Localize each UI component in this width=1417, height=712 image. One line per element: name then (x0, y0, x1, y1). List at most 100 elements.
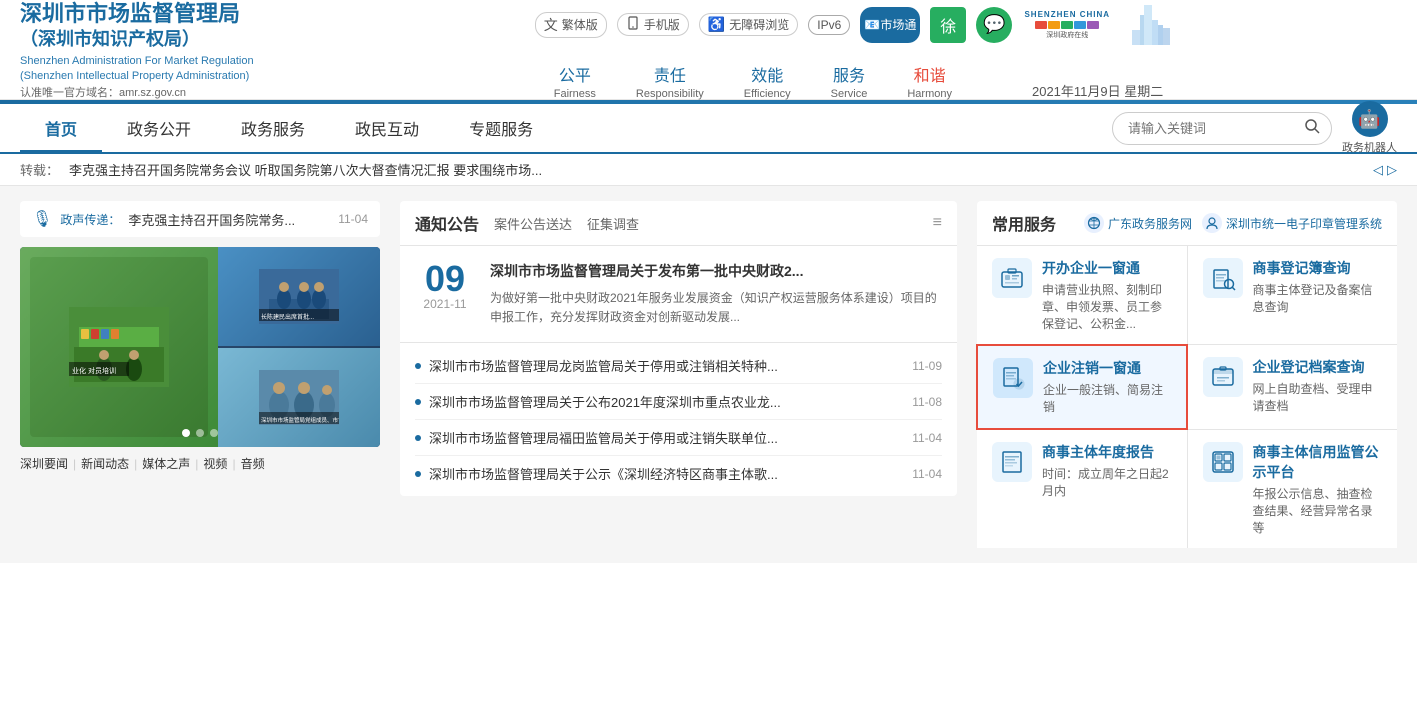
notice-item[interactable]: 深圳市市场监督管理局关于公布2021年度深圳市重点农业龙... 11-08 (415, 384, 942, 420)
notice-more-button[interactable]: ≡ (933, 214, 942, 232)
ticker-arrows: ◁ ▷ (1373, 162, 1397, 178)
service-info-biz-cancel: 企业注销一窗通 企业一般注销、简易注销 (1043, 358, 1171, 416)
main-content: 🎙 政声传递： 李克强主持召开国务院常务... 11-04 (0, 186, 1417, 563)
service-item-archive[interactable]: 企业登记档案查询 网上自助查档、受理申请查档 (1188, 345, 1398, 429)
search-button[interactable] (1304, 118, 1320, 139)
search-box[interactable] (1112, 112, 1332, 145)
notice-item-text[interactable]: 深圳市市场监督管理局龙岗监管局关于停用或注销相关特种... (429, 356, 904, 375)
left-column: 🎙 政声传递： 李克强主持召开国务院常务... 11-04 (20, 201, 380, 548)
notice-featured: 09 2021-11 深圳市市场监督管理局关于发布第一批中央财政2... 为做好… (400, 246, 957, 343)
service-info-archive: 企业登记档案查询 网上自助查档、受理申请查档 (1253, 357, 1383, 415)
svg-text:业化 对员培训: 业化 对员培训 (72, 366, 116, 375)
ticker-text[interactable]: 李克强主持召开国务院常务会议 听取国务院第八次大督查情况汇报 要求围绕市场... (69, 160, 1363, 179)
notice-featured-content: 深圳市市场监督管理局关于发布第一批中央财政2... 为做好第一批中央财政2021… (490, 261, 942, 327)
news-img-left: 业化 对员培训 (20, 247, 218, 447)
service-desc-annual-report: 时间：成立周年之日起2月内 (1042, 466, 1172, 500)
service-item-biz-cancel[interactable]: 企业注销一窗通 企业一般注销、简易注销 (976, 344, 1188, 430)
notice-day: 09 (425, 261, 465, 297)
biz-registry-icon (1203, 258, 1243, 298)
service-item-biz-registry[interactable]: 商事登记簿查询 商事主体登记及备案信息查询 (1188, 246, 1398, 344)
notice-bullet (415, 399, 421, 405)
link-video[interactable]: 视频 (203, 455, 227, 472)
service-name-biz-registry: 商事登记簿查询 (1253, 258, 1383, 278)
news-image-area[interactable]: 业化 对员培训 (20, 247, 380, 447)
green-brand-icon[interactable]: 徐 (930, 7, 966, 43)
robot-label: 政务机器人 (1342, 139, 1397, 155)
link-news-updates[interactable]: 新闻动态 (81, 455, 129, 472)
search-icon (1304, 118, 1320, 134)
notice-tab-case[interactable]: 案件公告送达 (494, 212, 572, 235)
nav-bar: 首页 政务公开 政务服务 政民互动 专题服务 🤖 政务机器人 (0, 104, 1417, 154)
wechat-icon[interactable]: 💬 (976, 7, 1012, 43)
service-item-open-biz[interactable]: 开办企业一窗通 申请营业执照、刻制印章、申领发票、员工参保登记、公积金... (977, 246, 1187, 344)
slogan-responsibility: 责任 Responsibility (636, 62, 704, 100)
seal-icon (1202, 213, 1222, 233)
voice-icon: 🎙 (32, 209, 52, 229)
notice-month: 2021-11 (423, 297, 466, 311)
notice-title: 通知公告 (415, 211, 479, 235)
notice-bullet (415, 363, 421, 369)
mobile-icon (626, 16, 640, 33)
link-audio[interactable]: 音频 (241, 455, 265, 472)
dot-2[interactable] (196, 429, 204, 437)
org-name-en2: (Shenzhen Intellectual Property Administ… (20, 70, 320, 82)
link-sz-news[interactable]: 深圳要闻 (20, 455, 68, 472)
open-biz-icon (992, 258, 1032, 298)
accessibility-icon: ♿ (708, 16, 725, 33)
slogan-service: 服务 Service (831, 62, 868, 100)
notice-item-text[interactable]: 深圳市市场监督管理局关于公示《深圳经济特区商事主体歌... (429, 464, 904, 483)
slogan-fairness: 公平 Fairness (554, 62, 596, 100)
market-channel-icon[interactable]: 📧 市场通 (860, 7, 920, 43)
notice-item-text[interactable]: 深圳市市场监督管理局关于公布2021年度深圳市重点农业龙... (429, 392, 904, 411)
seal-system-link[interactable]: 深圳市统一电子印章管理系统 (1202, 213, 1382, 233)
services-title: 常用服务 (992, 211, 1056, 235)
search-input[interactable] (1128, 121, 1304, 136)
service-name-credit: 商事主体信用监管公示平台 (1253, 442, 1383, 482)
gdgov-icon (1084, 213, 1104, 233)
notice-tab-survey[interactable]: 征集调查 (587, 212, 639, 235)
notice-item[interactable]: 深圳市市场监督管理局龙岗监管局关于停用或注销相关特种... 11-09 (415, 348, 942, 384)
service-item-credit[interactable]: 商事主体信用监管公示平台 年报公示信息、抽查检查结果、经营异常名录等 (1188, 430, 1398, 548)
slogan-harmony: 和谐 Harmony (907, 62, 952, 100)
dot-1[interactable] (182, 429, 190, 437)
robot-button[interactable]: 🤖 政务机器人 (1342, 101, 1397, 155)
mobile-version-link[interactable]: 手机版 (617, 13, 689, 36)
notice-item-date: 11-04 (912, 431, 942, 445)
link-media-voice[interactable]: 媒体之声 (142, 455, 190, 472)
dot-3[interactable] (210, 429, 218, 437)
nav-item-special[interactable]: 专题服务 (444, 103, 558, 153)
notice-item[interactable]: 深圳市市场监督管理局关于公示《深圳经济特区商事主体歌... 11-04 (415, 456, 942, 491)
image-dots (182, 429, 218, 437)
ipv6-badge: IPv6 (808, 15, 850, 35)
notice-featured-desc: 为做好第一批中央财政2021年服务业发展资金（知识产权运营服务体系建设）项目的申… (490, 289, 942, 327)
gdgov-link[interactable]: 广东政务服务网 (1084, 213, 1192, 233)
ticker-bar: 转载： 李克强主持召开国务院常务会议 听取国务院第八次大督查情况汇报 要求围绕市… (0, 154, 1417, 186)
traditional-chinese-link[interactable]: 文 繁体版 (535, 12, 607, 38)
service-desc-credit: 年报公示信息、抽查检查结果、经营异常名录等 (1253, 486, 1383, 536)
service-name-biz-cancel: 企业注销一窗通 (1043, 358, 1171, 378)
service-desc-biz-cancel: 企业一般注销、简易注销 (1043, 382, 1171, 416)
credit-icon (1203, 442, 1243, 482)
nav-item-gov-open[interactable]: 政务公开 (102, 103, 216, 153)
building-silhouette (1122, 0, 1182, 50)
service-name-open-biz: 开办企业一窗通 (1042, 258, 1172, 278)
notice-item-text[interactable]: 深圳市市场监督管理局福田监管局关于停用或注销失联单位... (429, 428, 904, 447)
notice-item[interactable]: 深圳市市场监督管理局福田监管局关于停用或注销失联单位... 11-04 (415, 420, 942, 456)
service-info-open-biz: 开办企业一窗通 申请营业执照、刻制印章、申领发票、员工参保登记、公积金... (1042, 258, 1172, 332)
voice-text[interactable]: 李克强主持召开国务院常务... (128, 210, 330, 229)
robot-icon: 🤖 (1352, 101, 1388, 137)
logo-area: 深圳市市场监督管理局 （深圳市知识产权局） Shenzhen Administr… (20, 0, 320, 100)
annual-report-icon (992, 442, 1032, 482)
voice-bar: 🎙 政声传递： 李克强主持召开国务院常务... 11-04 (20, 201, 380, 237)
service-item-annual-report[interactable]: 商事主体年度报告 时间：成立周年之日起2月内 (977, 430, 1187, 548)
accessibility-link[interactable]: ♿ 无障碍浏览 (699, 13, 798, 36)
nav-item-interaction[interactable]: 政民互动 (330, 103, 444, 153)
domain-label: 认准唯一官方域名：amr.sz.gov.cn (20, 84, 320, 100)
nav-item-home[interactable]: 首页 (20, 103, 102, 153)
notice-featured-title[interactable]: 深圳市市场监督管理局关于发布第一批中央财政2... (490, 261, 942, 281)
service-name-archive: 企业登记档案查询 (1253, 357, 1383, 377)
text-icon: 文 (544, 15, 558, 35)
svg-text:深圳市市场监管局党组成员、市食: 深圳市市场监管局党组成员、市食 (261, 416, 339, 424)
nav-item-gov-service[interactable]: 政务服务 (216, 103, 330, 153)
notice-item-date: 11-08 (912, 395, 942, 409)
